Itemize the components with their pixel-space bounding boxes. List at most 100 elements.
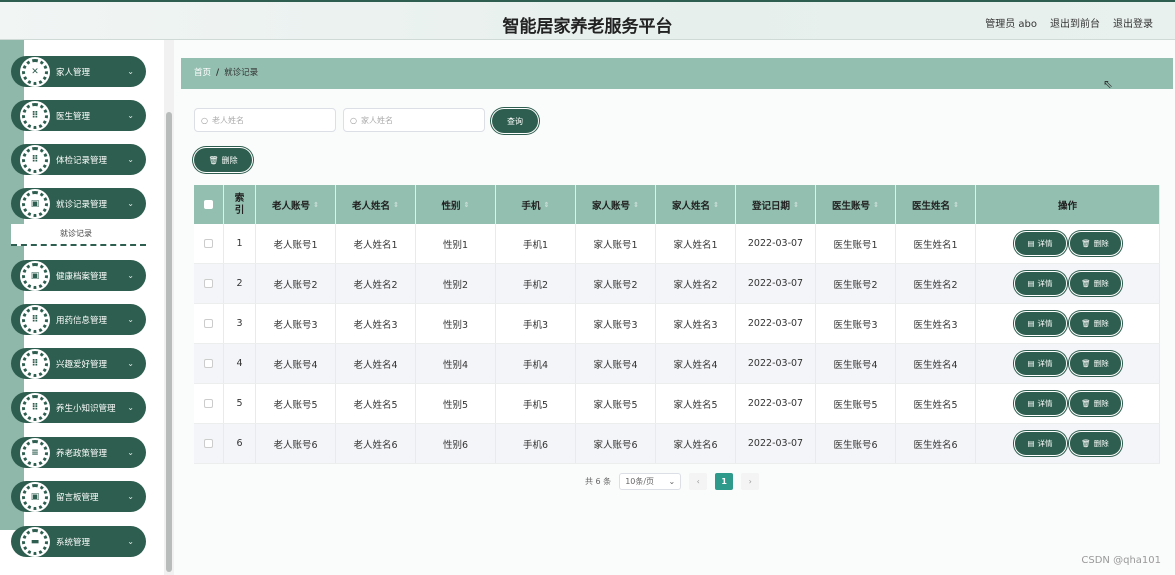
select-all-checkbox-cell[interactable]	[194, 185, 224, 224]
row-checkbox[interactable]	[204, 319, 213, 328]
to-front-link[interactable]: 退出到前台	[1050, 15, 1100, 30]
sidebar-item-label: 养生小知识管理	[56, 403, 116, 414]
page-number-current[interactable]: 1	[715, 473, 734, 490]
delete-button[interactable]: 🗑 删除	[1071, 394, 1119, 413]
family-name-input[interactable]: ○ 家人姓名	[343, 108, 485, 132]
detail-label: 详情	[1037, 439, 1053, 448]
column-header-label: 索引	[234, 192, 245, 216]
column-header[interactable]: 手机 ⇕	[496, 185, 576, 224]
sidebar-item[interactable]: ≡ 养老政策管理 ⌄	[11, 437, 146, 468]
sort-icon[interactable]: ⇕	[544, 201, 550, 209]
row-checkbox-cell[interactable]	[194, 424, 224, 463]
sidebar-scrollbar[interactable]	[164, 40, 174, 575]
sidebar-item[interactable]: ▬ 系统管理 ⌄	[11, 526, 146, 557]
family-name-placeholder: 家人姓名	[360, 115, 393, 125]
row-checkbox-cell[interactable]	[194, 224, 224, 263]
sidebar-item[interactable]: ⠿ 养生小知识管理 ⌄	[11, 392, 146, 423]
elder-name-input[interactable]: ○ 老人姓名	[194, 108, 336, 132]
detail-button[interactable]: ▤ 详情	[1016, 434, 1064, 453]
row-checkbox-cell[interactable]	[194, 264, 224, 303]
table-cell: 家人姓名6	[656, 424, 736, 463]
row-checkbox[interactable]	[204, 279, 213, 288]
sidebar-item-label: 就诊记录管理	[56, 199, 108, 210]
column-header[interactable]: 登记日期 ⇕	[736, 185, 816, 224]
column-header[interactable]: 老人账号 ⇕	[256, 185, 336, 224]
sidebar-item[interactable]: ▣ 健康档案管理 ⌄	[11, 260, 146, 291]
actions-cell: ▤ 详情 🗑 删除	[976, 424, 1160, 463]
detail-button[interactable]: ▤ 详情	[1016, 314, 1064, 333]
delete-button[interactable]: 🗑 删除	[1071, 434, 1119, 453]
column-header-label: 性别	[441, 200, 461, 212]
row-checkbox[interactable]	[204, 359, 213, 368]
table-cell: 家人账号1	[576, 224, 656, 263]
sidebar-item[interactable]: ⠿ 用药信息管理 ⌄	[11, 304, 146, 335]
sort-icon[interactable]: ⇕	[953, 201, 959, 209]
table-cell: 老人账号5	[256, 384, 336, 423]
sidebar-item[interactable]: ▣ 就诊记录管理 ⌄	[11, 188, 146, 219]
delete-label: 删除	[1093, 319, 1109, 328]
table-cell: 2022-03-07	[736, 344, 816, 383]
row-checkbox-cell[interactable]	[194, 344, 224, 383]
table-cell: 性别3	[416, 304, 496, 343]
row-checkbox[interactable]	[204, 239, 213, 248]
column-header[interactable]: 家人账号 ⇕	[576, 185, 656, 224]
select-all-checkbox[interactable]	[204, 200, 213, 209]
row-checkbox-cell[interactable]	[194, 384, 224, 423]
column-header[interactable]: 医生账号 ⇕	[816, 185, 896, 224]
batch-delete-button[interactable]: 🗑 删除	[196, 150, 250, 170]
column-header[interactable]: 家人姓名 ⇕	[656, 185, 736, 224]
table-cell: 2022-03-07	[736, 264, 816, 303]
sidebar-item-label: 留言板管理	[56, 492, 99, 503]
scrollbar-thumb[interactable]	[166, 112, 172, 572]
table-body: 1 老人账号1 老人姓名1 性别1 手机1 家人账号1 家人姓名1 2022-03-07 医生账…	[194, 224, 1160, 464]
table-cell: 老人姓名2	[336, 264, 416, 303]
breadcrumb-home[interactable]: 首页	[194, 68, 211, 78]
submenu-item-visit-records[interactable]: 就诊记录	[11, 224, 146, 246]
prev-page-button[interactable]: ‹	[689, 473, 708, 490]
column-header[interactable]: 医生姓名 ⇕	[896, 185, 976, 224]
detail-button[interactable]: ▤ 详情	[1016, 354, 1064, 373]
row-checkbox-cell[interactable]	[194, 304, 224, 343]
sort-icon[interactable]: ⇕	[793, 201, 799, 209]
grid-icon: ⠿	[22, 102, 48, 129]
chevron-down-icon: ⌄	[127, 492, 134, 501]
column-header-label: 家人姓名	[672, 200, 711, 212]
doc-icon: ▣	[22, 483, 48, 510]
sidebar-item[interactable]: ⠿ 体检记录管理 ⌄	[11, 144, 146, 175]
logout-link[interactable]: 退出登录	[1113, 15, 1153, 30]
sort-icon[interactable]: ⇕	[633, 201, 639, 209]
sidebar-item[interactable]: ⠿ 兴趣爱好管理 ⌄	[11, 348, 146, 379]
detail-label: 详情	[1037, 279, 1053, 288]
sidebar-item[interactable]: ⠿ 医生管理 ⌄	[11, 100, 146, 131]
delete-button[interactable]: 🗑 删除	[1071, 234, 1119, 253]
column-header[interactable]: 性别 ⇕	[416, 185, 496, 224]
pagination: 共 6 条 10条/页 ⌄ ‹ 1 ›	[585, 473, 760, 490]
detail-button[interactable]: ▤ 详情	[1016, 234, 1064, 253]
table-cell: 1	[224, 224, 256, 263]
sort-icon[interactable]: ⇕	[393, 201, 399, 209]
detail-button[interactable]: ▤ 详情	[1016, 274, 1064, 293]
query-button[interactable]: 查询	[494, 111, 536, 131]
delete-button[interactable]: 🗑 删除	[1071, 314, 1119, 333]
sort-icon[interactable]: ⇕	[873, 201, 879, 209]
column-header-label: 医生姓名	[912, 200, 951, 212]
sort-icon[interactable]: ⇕	[313, 201, 319, 209]
main-content: 首页 / 就诊记录 ○ 老人姓名 ○ 家人姓名 查询 🗑 删除 索引 老人账号 ⇕ 老人姓名…	[180, 40, 1175, 575]
sort-icon[interactable]: ⇕	[464, 201, 470, 209]
column-header[interactable]: 老人姓名 ⇕	[336, 185, 416, 224]
table-cell: 家人姓名1	[656, 224, 736, 263]
sidebar-item[interactable]: ▣ 留言板管理 ⌄	[11, 481, 146, 512]
delete-button[interactable]: 🗑 删除	[1071, 274, 1119, 293]
page-size-select[interactable]: 10条/页 ⌄	[619, 473, 682, 490]
sort-icon[interactable]: ⇕	[713, 201, 719, 209]
column-header-label: 老人账号	[272, 200, 311, 212]
sidebar-item-label: 体检记录管理	[56, 155, 108, 166]
row-checkbox[interactable]	[204, 439, 213, 448]
delete-button[interactable]: 🗑 删除	[1071, 354, 1119, 373]
sidebar-item[interactable]: ✕ 家人管理 ⌄	[11, 56, 146, 87]
table-header: 索引 老人账号 ⇕ 老人姓名 ⇕ 性别 ⇕ 手机 ⇕ 家人账号 ⇕ 家人姓名 ⇕ 登记日期 ⇕ 医生账号 ⇕ 医生…	[194, 185, 1160, 224]
row-checkbox[interactable]	[204, 399, 213, 408]
detail-button[interactable]: ▤ 详情	[1016, 394, 1064, 413]
doc-icon: ▣	[22, 190, 48, 217]
next-page-button[interactable]: ›	[741, 473, 760, 490]
